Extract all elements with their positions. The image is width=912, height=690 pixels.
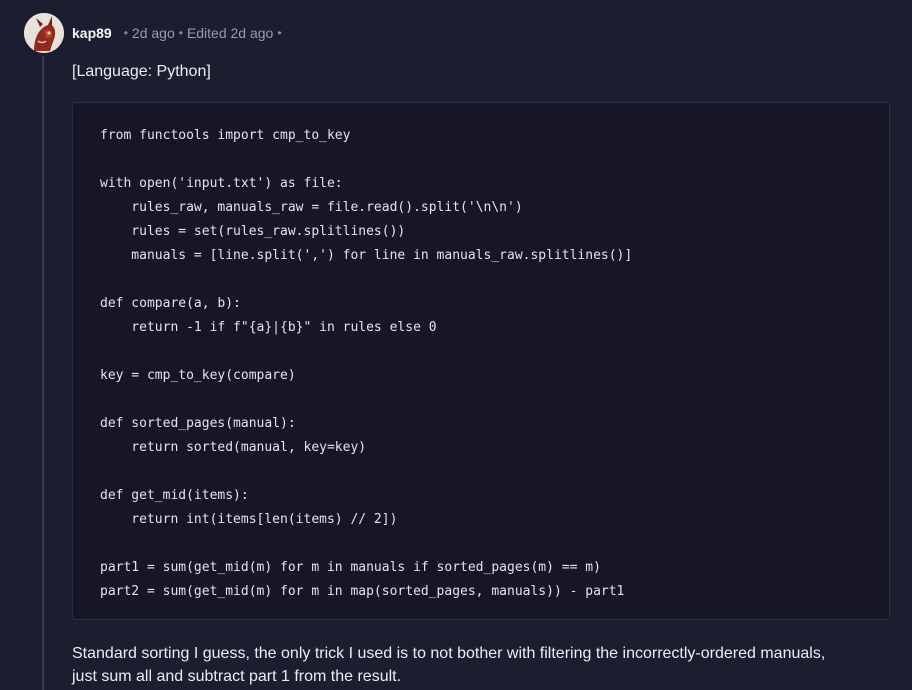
code-line: def compare(a, b): xyxy=(100,296,241,311)
dragon-avatar-icon xyxy=(24,13,64,53)
separator-dot-icon: • xyxy=(277,26,282,40)
code-line: manuals = [line.split(',') for line in m… xyxy=(100,248,633,263)
post-timestamp: 2d ago xyxy=(131,25,175,41)
post-summary: Standard sorting I guess, the only trick… xyxy=(72,642,892,688)
code-line: from functools import cmp_to_key xyxy=(100,128,351,143)
code-line: return sorted(manual, key=key) xyxy=(100,440,367,455)
code-line: rules_raw, manuals_raw = file.read().spl… xyxy=(100,200,523,215)
thread-line[interactable] xyxy=(42,56,44,690)
code-line: return int(items[len(items) // 2]) xyxy=(100,512,398,527)
language-tag: [Language: Python] xyxy=(72,63,211,80)
summary-line: just sum all and subtract part 1 from th… xyxy=(72,668,402,685)
separator-dot-icon: • xyxy=(178,26,183,40)
code-line: return -1 if f"{a}|{b}" in rules else 0 xyxy=(100,320,437,335)
edited-timestamp: Edited 2d ago xyxy=(186,25,274,41)
summary-line: Standard sorting I guess, the only trick… xyxy=(72,645,826,662)
code-line: rules = set(rules_raw.splitlines()) xyxy=(100,224,406,239)
separator-dot-icon: • xyxy=(123,26,128,40)
username[interactable]: kap89 xyxy=(72,25,112,41)
code-line: def sorted_pages(manual): xyxy=(100,416,296,431)
post-meta: kap89 • 2d ago • Edited 2d ago • xyxy=(72,22,286,44)
code-line: def get_mid(items): xyxy=(100,488,249,503)
code-line: key = cmp_to_key(compare) xyxy=(100,368,296,383)
code-block: from functools import cmp_to_key with op… xyxy=(72,102,890,620)
code-line: part2 = sum(get_mid(m) for m in map(sort… xyxy=(100,584,625,599)
code-line: with open('input.txt') as file: xyxy=(100,176,343,191)
code-line: part1 = sum(get_mid(m) for m in manuals … xyxy=(100,560,601,575)
user-avatar[interactable] xyxy=(24,13,64,53)
